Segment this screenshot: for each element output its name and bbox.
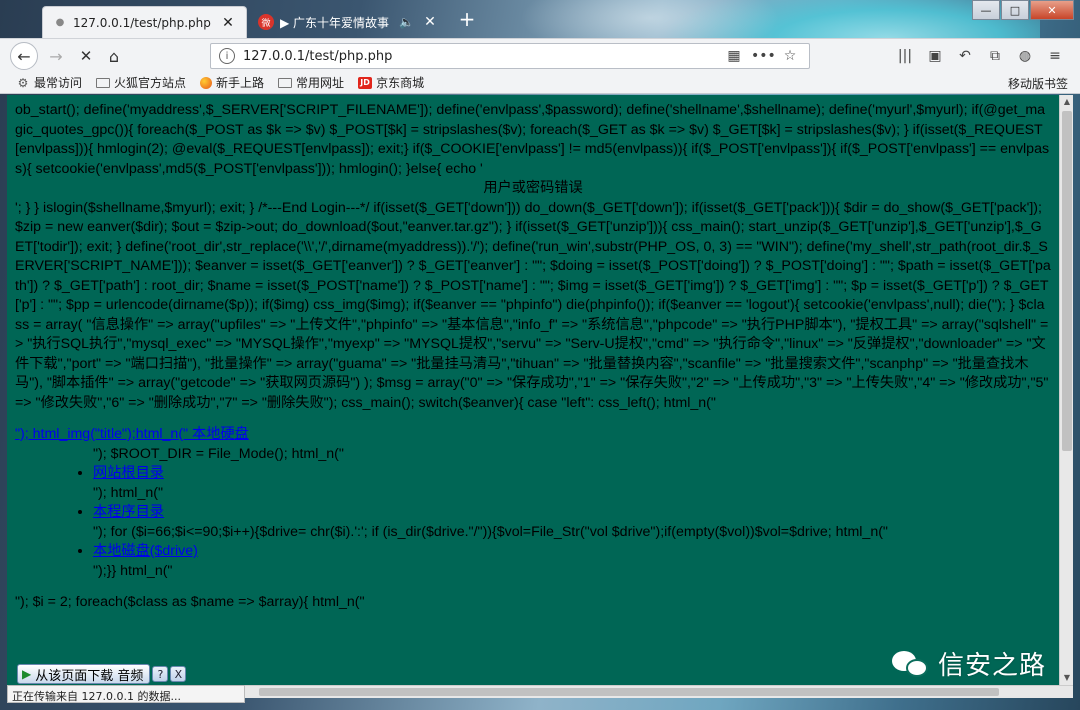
code-text: ob_start(); define('myaddress',$_SERVER[… (15, 102, 1050, 177)
gear-icon: ⚙ (17, 75, 29, 90)
watermark-text: 信安之路 (938, 651, 1047, 681)
play-icon: ▶ (22, 667, 32, 681)
bookmark-label: 京东商城 (376, 76, 425, 90)
list-item: 本程序目录 "); for ($i=66;$i<=90;$i++){$drive… (93, 503, 1051, 542)
site-info-icon[interactable]: i (219, 48, 235, 64)
bookmark-item[interactable]: ⚙ 最常访问 (16, 74, 82, 91)
mobile-bookmarks[interactable]: 移动版书签 (1008, 75, 1068, 92)
home-button[interactable]: ⌂ (100, 42, 128, 70)
code-text: "); for ($i=66;$i<=90;$i++){$drive= chr(… (93, 523, 888, 540)
url-bar[interactable]: i ▦ ••• ☆ (210, 43, 810, 69)
code-text: ");}} html_n(" (93, 562, 173, 579)
window-controls: — □ ✕ (971, 0, 1074, 20)
list-item: 网站根目录 "); html_n(" (93, 464, 1051, 503)
sidebar-icon[interactable]: ▣ (920, 45, 950, 67)
status-bar: 正在传输来自 127.0.0.1 的数据... (7, 685, 245, 703)
qr-code-icon[interactable]: ▦ (723, 48, 745, 64)
download-audio-button[interactable]: ▶ 从该页面下载 音频 (17, 664, 151, 684)
error-message: 用户或密码错误 (483, 180, 583, 196)
stop-button[interactable]: ✕ (72, 42, 100, 70)
new-tab-button[interactable]: + (455, 8, 479, 32)
url-input[interactable] (243, 48, 717, 64)
folder-icon (278, 77, 293, 88)
code-text: "); html_n(" (93, 484, 163, 501)
wechat-icon (892, 649, 930, 679)
forward-button[interactable]: → (42, 42, 70, 70)
undo-icon[interactable]: ↶ (950, 45, 980, 67)
program-dir-link[interactable]: 本程序目录 (93, 504, 164, 520)
library-icon[interactable]: ||| (890, 45, 920, 67)
firefox-icon (200, 76, 213, 89)
page-viewport: ob_start(); define('myaddress',$_SERVER[… (7, 95, 1059, 685)
toolbar-buttons: ||| ▣ ↶ ⧉ ◍ ≡ (890, 45, 1070, 67)
maximize-button[interactable]: □ (1001, 0, 1029, 20)
scroll-thumb[interactable] (259, 688, 999, 696)
bookmark-label: 常用网址 (296, 76, 345, 90)
watermark: 信安之路 (892, 645, 1046, 682)
vertical-scrollbar[interactable]: ▲ ▼ (1059, 95, 1073, 685)
tab-inactive[interactable]: 微 ▶ 广东十年爱情故事 🔈 ✕ (248, 6, 448, 38)
window-close-button[interactable]: ✕ (1030, 0, 1074, 20)
page-icon: ● (55, 17, 65, 28)
bookmarks-bar: ⚙ 最常访问 火狐官方站点 新手上路 常用网址 JD 京东商城 移动版书签 (0, 72, 1080, 94)
minimize-button[interactable]: — (972, 0, 1000, 20)
scroll-up-icon[interactable]: ▲ (1060, 95, 1074, 109)
back-button[interactable]: ← (10, 42, 38, 70)
scroll-down-icon[interactable]: ▼ (1060, 671, 1074, 685)
scroll-thumb[interactable] (1062, 111, 1072, 451)
folder-icon (96, 77, 111, 88)
close-icon[interactable]: X (170, 666, 187, 682)
tab-close-icon[interactable]: ✕ (422, 14, 438, 30)
local-disk-link[interactable]: "); html_img("title");html_n(" 本地硬盘 (15, 426, 249, 442)
screenshot-icon[interactable]: ⧉ (980, 45, 1010, 67)
audio-playing-icon[interactable]: 🔈 (399, 15, 414, 29)
drive-list: 网站根目录 "); html_n(" 本程序目录 "); for ($i=66;… (15, 464, 1051, 581)
tab-active[interactable]: ● 127.0.0.1/test/php.php ✕ (42, 6, 247, 38)
bookmark-item[interactable]: 新手上路 (200, 74, 264, 91)
menu-icon[interactable]: ≡ (1040, 45, 1070, 67)
horizontal-scrollbar[interactable] (245, 685, 1073, 698)
bookmark-item[interactable]: 常用网址 (278, 74, 344, 91)
tab-label: ▶ 广东十年爱情故事 (280, 15, 390, 30)
bookmark-label: 最常访问 (34, 76, 83, 90)
weibo-icon: 微 (258, 14, 274, 30)
code-text: "); $ROOT_DIR = File_Mode(); html_n(" (93, 445, 344, 462)
bookmark-star-icon[interactable]: ☆ (779, 48, 801, 64)
page-content: ob_start(); define('myaddress',$_SERVER[… (7, 95, 1059, 619)
web-root-link[interactable]: 网站根目录 (93, 465, 164, 481)
code-text: "); $i = 2; foreach($class as $name => $… (15, 594, 365, 610)
help-icon[interactable]: ? (152, 666, 169, 682)
list-item: 本地磁盘($drive) ");}} html_n(" (93, 542, 1051, 581)
bookmark-item[interactable]: JD 京东商城 (358, 74, 424, 91)
tab-label: 127.0.0.1/test/php.php (73, 15, 211, 30)
download-label: 从该页面下载 音频 (35, 668, 144, 684)
tab-close-icon[interactable]: ✕ (220, 15, 236, 31)
account-icon[interactable]: ◍ (1010, 45, 1040, 67)
tab-strip: ● 127.0.0.1/test/php.php ✕ 微 ▶ 广东十年爱情故事 … (0, 0, 1080, 38)
download-helper-bar: ▶ 从该页面下载 音频 ? X (17, 664, 212, 684)
browser-window: ● 127.0.0.1/test/php.php ✕ 微 ▶ 广东十年爱情故事 … (0, 0, 1080, 710)
page-actions-icon[interactable]: ••• (751, 48, 776, 64)
bookmark-item[interactable]: 火狐官方站点 (96, 74, 186, 91)
navigation-bar: ← → ✕ ⌂ i ▦ ••• ☆ ||| ▣ ↶ ⧉ ◍ ≡ (0, 38, 1080, 72)
bookmark-label: 新手上路 (216, 76, 265, 90)
jd-icon: JD (358, 76, 373, 89)
local-drive-link[interactable]: 本地磁盘($drive) (93, 543, 198, 559)
code-text: '; } } islogin($shellname,$myurl); exit;… (15, 199, 1051, 411)
bookmark-label: 火狐官方站点 (114, 76, 187, 90)
